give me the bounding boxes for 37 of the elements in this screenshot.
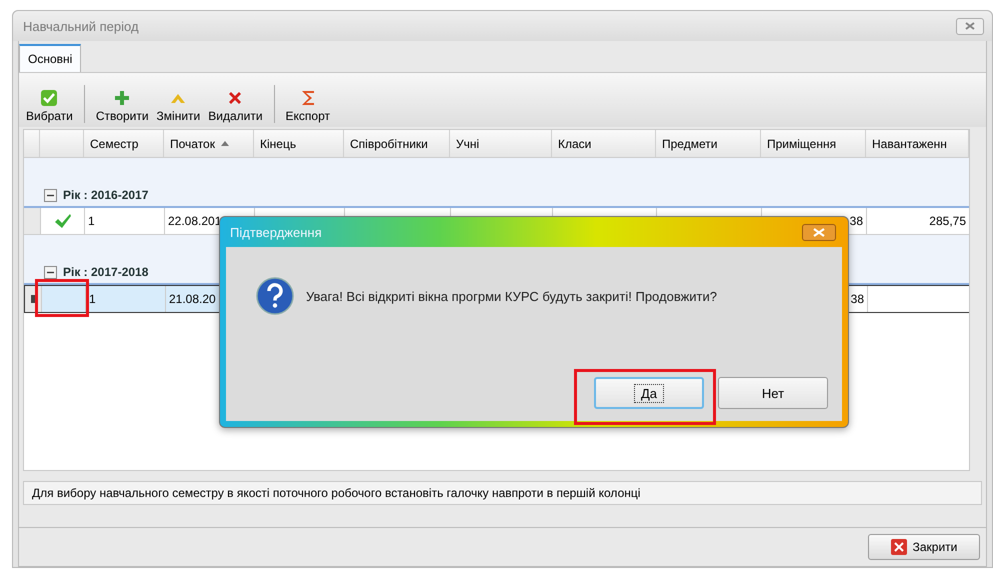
check-cell[interactable]	[42, 286, 86, 312]
group-label: Рік : 2016-2017	[63, 188, 148, 202]
toolbar-button[interactable]: Вибрати	[23, 89, 76, 123]
toolbar-button[interactable]: Змінити	[154, 89, 204, 123]
group-label: Рік : 2017-2018	[63, 265, 148, 279]
dialog-button[interactable]: Да	[594, 377, 704, 409]
close-button[interactable]	[802, 224, 836, 240]
hint-text: Для вибору навчального семестру в якості поточного робочого встановіть галочку навпроти в першій колонці	[23, 481, 982, 505]
close-icon	[965, 22, 975, 30]
toolbar-button[interactable]: Експорт	[282, 89, 333, 123]
toolbar-button[interactable]: Створити	[92, 89, 152, 123]
close-icon	[890, 539, 907, 555]
column-header[interactable]: Кінець	[254, 130, 344, 157]
column-header[interactable]: Семестр	[84, 130, 164, 157]
collapse-toggle[interactable]	[44, 266, 57, 279]
dialog-message: Увага! Всі відкриті вікна прогрми КУРС будуть закриті! Продовжити?	[306, 288, 717, 304]
question-icon	[256, 277, 294, 315]
column-header[interactable]: Співробітники	[344, 130, 450, 157]
close-icon	[813, 228, 825, 236]
column-header[interactable]: Класи	[552, 130, 656, 157]
column-header[interactable]: Початок	[164, 130, 254, 157]
table-cell: 1	[86, 286, 166, 312]
column-header[interactable]: Предмети	[656, 130, 761, 157]
close-button[interactable]	[956, 18, 984, 34]
window-title: Навчальний період	[23, 18, 139, 34]
dialog-button[interactable]: Нет	[718, 377, 828, 409]
row-pointer-icon	[31, 295, 35, 303]
collapse-toggle[interactable]	[44, 189, 57, 202]
tab[interactable]: Основні	[19, 44, 82, 72]
toolbar-button[interactable]: Видалити	[205, 89, 266, 123]
plus-icon	[113, 89, 132, 107]
checkmark-icon	[54, 213, 72, 229]
checkmark-icon	[40, 89, 58, 107]
column-header[interactable]: Учні	[450, 130, 552, 157]
column-header[interactable]: Навантаженн	[866, 130, 969, 157]
column-header[interactable]: Приміщення	[761, 130, 866, 157]
close-button[interactable]: Закрити	[868, 534, 980, 560]
